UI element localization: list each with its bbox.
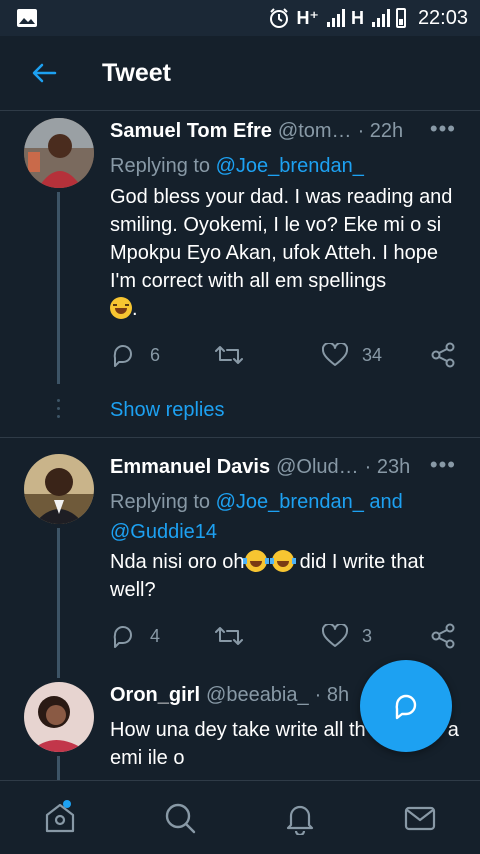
reply-count: 6 xyxy=(150,344,161,365)
timestamp: · 8h xyxy=(314,684,350,706)
battery-icon xyxy=(395,8,406,28)
alarm-icon xyxy=(270,8,289,28)
reply-icon xyxy=(113,345,132,367)
tweet-actions: 6 34 xyxy=(110,340,460,370)
thread-line xyxy=(57,528,60,678)
back-button[interactable] xyxy=(24,53,64,93)
username: @tom… xyxy=(277,120,352,142)
tweet-header: Samuel Tom Efre @tom… · 22h ••• xyxy=(110,116,460,143)
like-icon xyxy=(322,343,348,366)
home-icon xyxy=(45,803,75,832)
retweet-icon xyxy=(215,346,243,364)
reply-count: 4 xyxy=(150,625,161,646)
show-replies-link[interactable]: Show replies xyxy=(110,399,225,422)
like-button[interactable]: 34 xyxy=(322,343,382,367)
grinning-emoji-icon xyxy=(110,297,132,319)
tweet-body: How una dey take write all th xyxy=(110,719,366,741)
thread-line xyxy=(57,756,60,780)
bottom-navigation xyxy=(0,780,480,854)
avatar[interactable] xyxy=(24,118,94,188)
status-bar: H⁺ H 22:03 xyxy=(0,0,480,36)
display-name[interactable]: Oron_girl xyxy=(110,684,200,707)
timestamp: · 23h xyxy=(364,456,411,478)
divider xyxy=(0,437,480,438)
like-count: 3 xyxy=(362,625,373,646)
new-content-dot xyxy=(63,799,71,808)
like-button[interactable]: 3 xyxy=(322,624,372,648)
share-button[interactable] xyxy=(430,623,456,649)
gallery-notification-icon xyxy=(17,9,37,27)
tweet-text: God bless your dad. I was reading and sm… xyxy=(110,183,460,323)
messages-icon xyxy=(404,806,436,830)
tab-messages[interactable] xyxy=(390,788,450,848)
share-button[interactable] xyxy=(430,342,456,368)
replying-to: Replying to @Joe_brendan_ xyxy=(110,151,460,181)
signal-icon xyxy=(371,9,390,27)
search-icon xyxy=(165,803,196,833)
signal-icon xyxy=(326,9,345,27)
retweet-icon xyxy=(215,627,243,645)
replying-to-link[interactable]: @Joe_brendan_ and xyxy=(216,491,403,513)
display-name[interactable]: Samuel Tom Efre xyxy=(110,120,272,143)
network-type-1: H⁺ xyxy=(296,7,319,28)
top-app-bar: Tweet xyxy=(0,36,480,111)
tab-notifications[interactable] xyxy=(270,788,330,848)
display-name[interactable]: Emmanuel Davis xyxy=(110,456,270,479)
replying-to-label: Replying to xyxy=(110,155,211,177)
notifications-icon xyxy=(286,805,314,835)
username: @beeabia_ xyxy=(206,684,309,706)
compose-reply-button[interactable] xyxy=(360,660,452,752)
share-icon xyxy=(431,623,455,649)
thread-dots xyxy=(57,399,60,423)
like-icon xyxy=(322,624,348,647)
tweet-body-line2: emi ile o xyxy=(110,747,185,769)
timestamp: · 22h xyxy=(357,120,404,142)
reply-icon xyxy=(113,626,132,648)
reply-button[interactable]: 6 xyxy=(110,342,160,368)
tweet-body-end: . xyxy=(132,298,138,320)
tweet-body: God bless your dad. I was reading and sm… xyxy=(110,186,453,292)
tweet[interactable]: Emmanuel Davis @Olud… · 23h ••• Replying… xyxy=(0,448,480,678)
thread-line xyxy=(57,192,60,384)
replying-to-label: Replying to xyxy=(110,491,211,513)
compose-reply-icon xyxy=(395,694,417,720)
crying-laughing-emoji-icon xyxy=(270,550,297,572)
tab-home[interactable] xyxy=(30,788,90,848)
replying-to-link[interactable]: @Joe_brendan_ xyxy=(216,155,364,177)
replying-to-link-2[interactable]: @Guddie14 xyxy=(110,521,217,543)
crying-laughing-emoji-icon xyxy=(242,550,269,572)
retweet-button[interactable] xyxy=(215,624,243,648)
avatar[interactable] xyxy=(24,454,94,524)
more-options-button[interactable]: ••• xyxy=(430,452,456,478)
username: @Olud… xyxy=(276,456,359,478)
avatar[interactable] xyxy=(24,682,94,752)
tab-search[interactable] xyxy=(150,788,210,848)
replying-to: Replying to @Joe_brendan_ and @Guddie14 xyxy=(110,487,460,547)
back-arrow-icon xyxy=(32,63,57,83)
share-icon xyxy=(431,342,455,368)
network-type-2: H xyxy=(350,7,364,28)
tweet-body: Nda nisi oro oh xyxy=(110,551,245,573)
tweet-text: Nda nisi oro oh did I write that well? xyxy=(110,548,460,604)
tweet-header: Emmanuel Davis @Olud… · 23h ••• xyxy=(110,452,460,479)
page-title: Tweet xyxy=(102,58,171,87)
tweet-actions: 4 3 xyxy=(110,621,460,651)
retweet-button[interactable] xyxy=(215,343,243,367)
reply-button[interactable]: 4 xyxy=(110,623,160,649)
tweet-body-end: a xyxy=(447,719,459,741)
like-count: 34 xyxy=(362,344,383,365)
more-options-button[interactable]: ••• xyxy=(430,116,456,142)
tweet[interactable]: Samuel Tom Efre @tom… · 22h ••• Replying… xyxy=(0,112,480,437)
clock: 22:03 xyxy=(417,6,468,29)
